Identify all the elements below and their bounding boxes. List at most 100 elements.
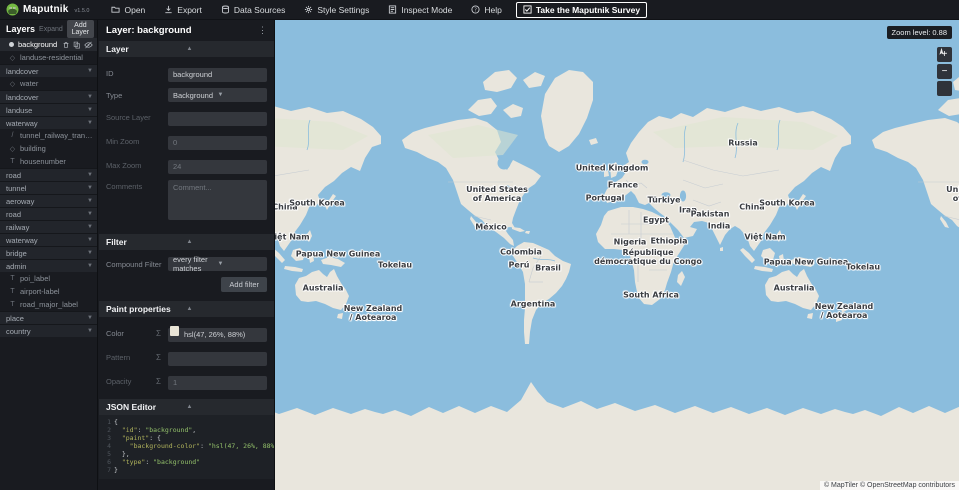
layer-item-road_major_label[interactable]: Troad_major_label (0, 298, 97, 311)
zoom-function-icon[interactable]: Σ (156, 329, 168, 338)
copy-icon[interactable] (73, 41, 81, 49)
layer-group-waterway[interactable]: waterway▼ (0, 116, 97, 129)
trash-icon[interactable] (62, 41, 70, 49)
compass-button[interactable] (937, 81, 952, 96)
layer-item-label: airport-label (20, 287, 60, 296)
layer-item-airport-label[interactable]: Tairport-label (0, 285, 97, 298)
eye-off-icon[interactable] (84, 41, 93, 49)
map-attribution[interactable]: © MapTiler © OpenStreetMap contributors (820, 481, 959, 490)
layer-group-waterway[interactable]: waterway▼ (0, 233, 97, 246)
zoom-function-icon[interactable]: Σ (156, 353, 168, 362)
filter-fields: Compound Filter every filter matches ▼ A… (99, 250, 274, 301)
style-settings-icon (304, 5, 313, 14)
layer-group-road[interactable]: road▼ (0, 207, 97, 220)
paint-fields: Color Σ Pattern Σ Opacity Σ (99, 317, 274, 399)
maputnik-logo-icon (6, 3, 19, 16)
layer-item-tunnel_railway_tran[interactable]: /tunnel_railway_tran… (0, 129, 97, 142)
chevron-down-icon: ▼ (87, 107, 93, 113)
section-filter[interactable]: Filter ▲ (99, 234, 274, 250)
layer-group-label: landcover (6, 93, 39, 102)
menu-export[interactable]: Export (164, 5, 202, 15)
layer-type-icon: T (9, 275, 16, 282)
data-sources-icon (221, 5, 230, 14)
zoom-out-button[interactable]: − (937, 64, 952, 79)
survey-checkbox-icon (523, 5, 532, 14)
opacity-input[interactable] (168, 376, 267, 390)
layer-item-landuse-residential[interactable]: ◇landuse-residential (0, 51, 97, 64)
maputnik-logo[interactable]: Maputnik v1.5.0 (6, 3, 89, 16)
section-paint-properties[interactable]: Paint properties ▲ (99, 301, 274, 317)
layer-type-icon: / (9, 132, 16, 139)
layer-group-label: road (6, 171, 21, 180)
collapse-icon: ▲ (187, 306, 268, 312)
survey-button[interactable]: Take the Maputnik Survey (516, 2, 647, 18)
compass-icon (937, 47, 946, 56)
menu-help-label: Help (484, 5, 501, 15)
color-label: Color (106, 329, 156, 338)
collapse-icon: ▲ (187, 404, 268, 410)
layer-item-water[interactable]: ◇water (0, 77, 97, 90)
layer-group-landcover[interactable]: landcover▼ (0, 90, 97, 103)
layer-group-landuse[interactable]: landuse▼ (0, 103, 97, 116)
map-canvas[interactable]: ChinaSouth KoreaViệt NamPapua New Guinea… (275, 20, 959, 490)
layers-list: background◇landuse-residentiallandcover▼… (0, 38, 97, 337)
json-editor[interactable]: 1234567 { "id": "background", "paint": {… (99, 415, 274, 479)
section-filter-title: Filter (106, 237, 187, 247)
kebab-menu-icon[interactable]: ⋮ (258, 25, 267, 36)
chevron-down-icon: ▼ (87, 328, 93, 334)
layer-group-railway[interactable]: railway▼ (0, 220, 97, 233)
menu-export-label: Export (177, 5, 202, 15)
menu-data-sources[interactable]: Data Sources (221, 5, 286, 15)
chevron-down-icon: ▼ (87, 237, 93, 243)
color-input[interactable] (168, 328, 267, 342)
source-layer-input[interactable] (168, 112, 267, 126)
svg-text:?: ? (475, 7, 478, 13)
app-version: v1.5.0 (75, 8, 90, 14)
layer-group-road[interactable]: road▼ (0, 168, 97, 181)
expand-button[interactable]: Expand (39, 26, 63, 33)
layer-item-housenumber[interactable]: Thousenumber (0, 155, 97, 168)
section-json-editor[interactable]: JSON Editor ▲ (99, 399, 274, 415)
layer-group-admin[interactable]: admin▼ (0, 259, 97, 272)
menu-style-settings[interactable]: Style Settings (304, 5, 369, 15)
layer-item-label: road_major_label (20, 300, 78, 309)
layer-group-tunnel[interactable]: tunnel▼ (0, 181, 97, 194)
min-zoom-input[interactable] (168, 136, 267, 150)
layer-item-background[interactable]: background (0, 38, 97, 51)
color-swatch[interactable] (170, 326, 179, 336)
layer-fields: ID Type Background ▼ Source Layer Min Zo… (99, 57, 274, 234)
menu-inspect-mode-label: Inspect Mode (401, 5, 452, 15)
layer-item-label: housenumber (20, 157, 66, 166)
background-layer-icon (9, 42, 14, 47)
layer-group-label: tunnel (6, 184, 26, 193)
layer-item-poi_label[interactable]: Tpoi_label (0, 272, 97, 285)
layer-item-label: building (20, 144, 46, 153)
type-label: Type (106, 91, 168, 100)
section-layer[interactable]: Layer ▲ (99, 41, 274, 57)
layer-group-aeroway[interactable]: aeroway▼ (0, 194, 97, 207)
section-paint-title: Paint properties (106, 304, 187, 314)
layer-group-country[interactable]: country▼ (0, 324, 97, 337)
layer-item-label: poi_label (20, 274, 50, 283)
max-zoom-input[interactable] (168, 160, 267, 174)
layer-group-bridge[interactable]: bridge▼ (0, 246, 97, 259)
pattern-input[interactable] (168, 352, 267, 366)
id-input[interactable] (168, 68, 267, 82)
menu-open[interactable]: Open (111, 5, 145, 15)
add-layer-button[interactable]: Add Layer (67, 20, 94, 38)
menu-style-settings-label: Style Settings (317, 5, 369, 15)
zoom-function-icon[interactable]: Σ (156, 377, 168, 386)
app-title: Maputnik (23, 4, 69, 15)
layer-group-landcover[interactable]: landcover▼ (0, 64, 97, 77)
menu-data-sources-label: Data Sources (234, 5, 286, 15)
add-filter-button[interactable]: Add filter (221, 277, 267, 292)
menu-open-label: Open (124, 5, 145, 15)
menu-inspect-mode[interactable]: Inspect Mode (388, 5, 452, 15)
opacity-label: Opacity (106, 377, 156, 386)
comments-textarea[interactable] (168, 180, 267, 220)
menu-help[interactable]: ? Help (471, 5, 501, 15)
layer-group-place[interactable]: place▼ (0, 311, 97, 324)
layer-item-building[interactable]: ◇building (0, 142, 97, 155)
type-select[interactable]: Background ▼ (168, 88, 267, 102)
compound-filter-select[interactable]: every filter matches ▼ (168, 257, 267, 271)
